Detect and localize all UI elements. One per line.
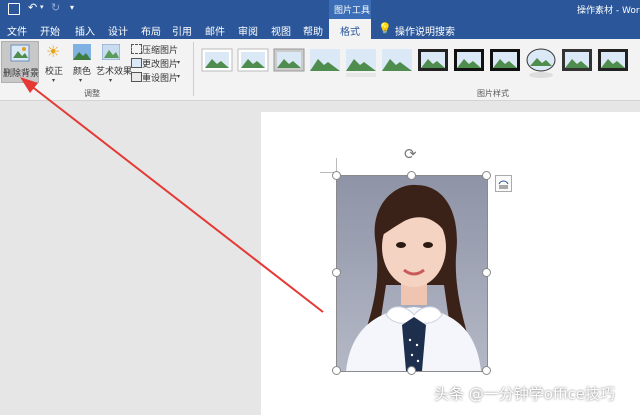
watermark: 头条 @一分钟学office技巧 [434,385,615,403]
annotation-arrow [20,77,324,313]
